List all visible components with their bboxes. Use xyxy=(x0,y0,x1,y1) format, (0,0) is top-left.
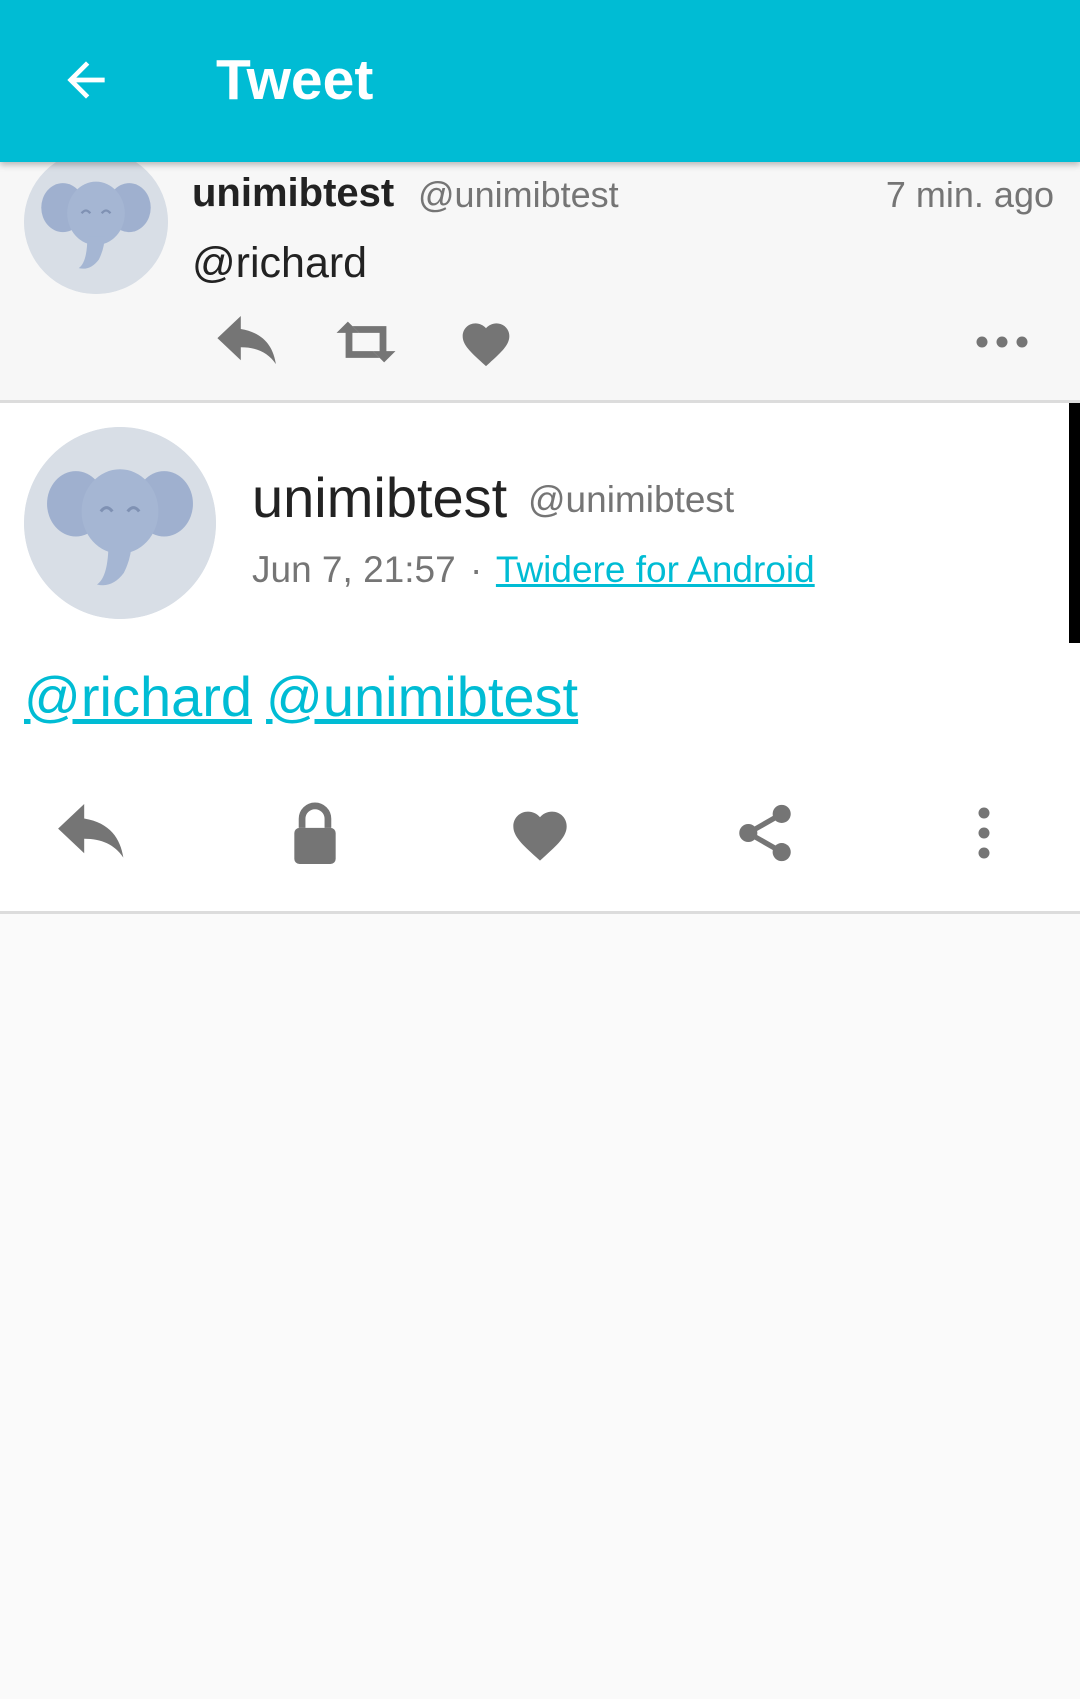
app-bar: Tweet xyxy=(0,0,1080,162)
mention-link[interactable]: @richard xyxy=(24,665,252,728)
author-handle: @unimibtest xyxy=(528,479,735,520)
more-options-button[interactable] xyxy=(934,783,1034,883)
tweet-meta: Jun 7, 21:57 · Twidere for Android xyxy=(252,545,815,595)
elephant-avatar-icon xyxy=(24,150,168,294)
parent-tweet[interactable]: unimibtest @unimibtest 7 min. ago @richa… xyxy=(0,150,1080,403)
more-horizontal-icon xyxy=(976,336,1028,348)
reply-button[interactable] xyxy=(206,312,286,372)
retweet-icon xyxy=(336,321,396,363)
meta-separator: · xyxy=(469,549,483,590)
retweet-button[interactable] xyxy=(326,312,406,372)
retweet-locked-button[interactable] xyxy=(265,783,365,883)
like-button[interactable] xyxy=(490,783,590,883)
main-tweet: unimibtest @unimibtest Jun 7, 21:57 · Tw… xyxy=(0,403,1080,914)
heart-icon xyxy=(462,323,510,367)
elephant-avatar-icon xyxy=(24,427,216,619)
source-link[interactable]: Twidere for Android xyxy=(496,549,815,590)
avatar[interactable] xyxy=(24,427,216,619)
avatar[interactable] xyxy=(24,150,168,294)
more-options-button[interactable] xyxy=(962,312,1042,372)
scrollbar[interactable] xyxy=(1069,403,1080,643)
reply-icon xyxy=(217,316,276,365)
tweet-time: 7 min. ago xyxy=(885,174,1054,215)
tweet-text: @richard @unimibtest xyxy=(24,661,578,733)
author-handle: @unimibtest xyxy=(418,174,619,215)
reply-icon xyxy=(58,804,124,858)
back-button[interactable] xyxy=(46,40,126,120)
page-title: Tweet xyxy=(216,48,374,112)
mention-link[interactable]: @unimibtest xyxy=(266,665,578,728)
like-button[interactable] xyxy=(446,312,526,372)
reply-button[interactable] xyxy=(40,783,140,883)
heart-icon xyxy=(513,811,567,861)
tweet-date: Jun 7, 21:57 xyxy=(252,549,456,590)
author-name[interactable]: unimibtest xyxy=(252,463,507,533)
share-button[interactable] xyxy=(715,783,815,883)
lock-icon xyxy=(294,802,336,864)
share-icon xyxy=(739,804,791,862)
author-name[interactable]: unimibtest xyxy=(192,168,394,218)
more-vertical-icon xyxy=(978,807,990,859)
tweet-text: @richard xyxy=(192,239,368,287)
arrow-back-icon xyxy=(67,61,105,99)
